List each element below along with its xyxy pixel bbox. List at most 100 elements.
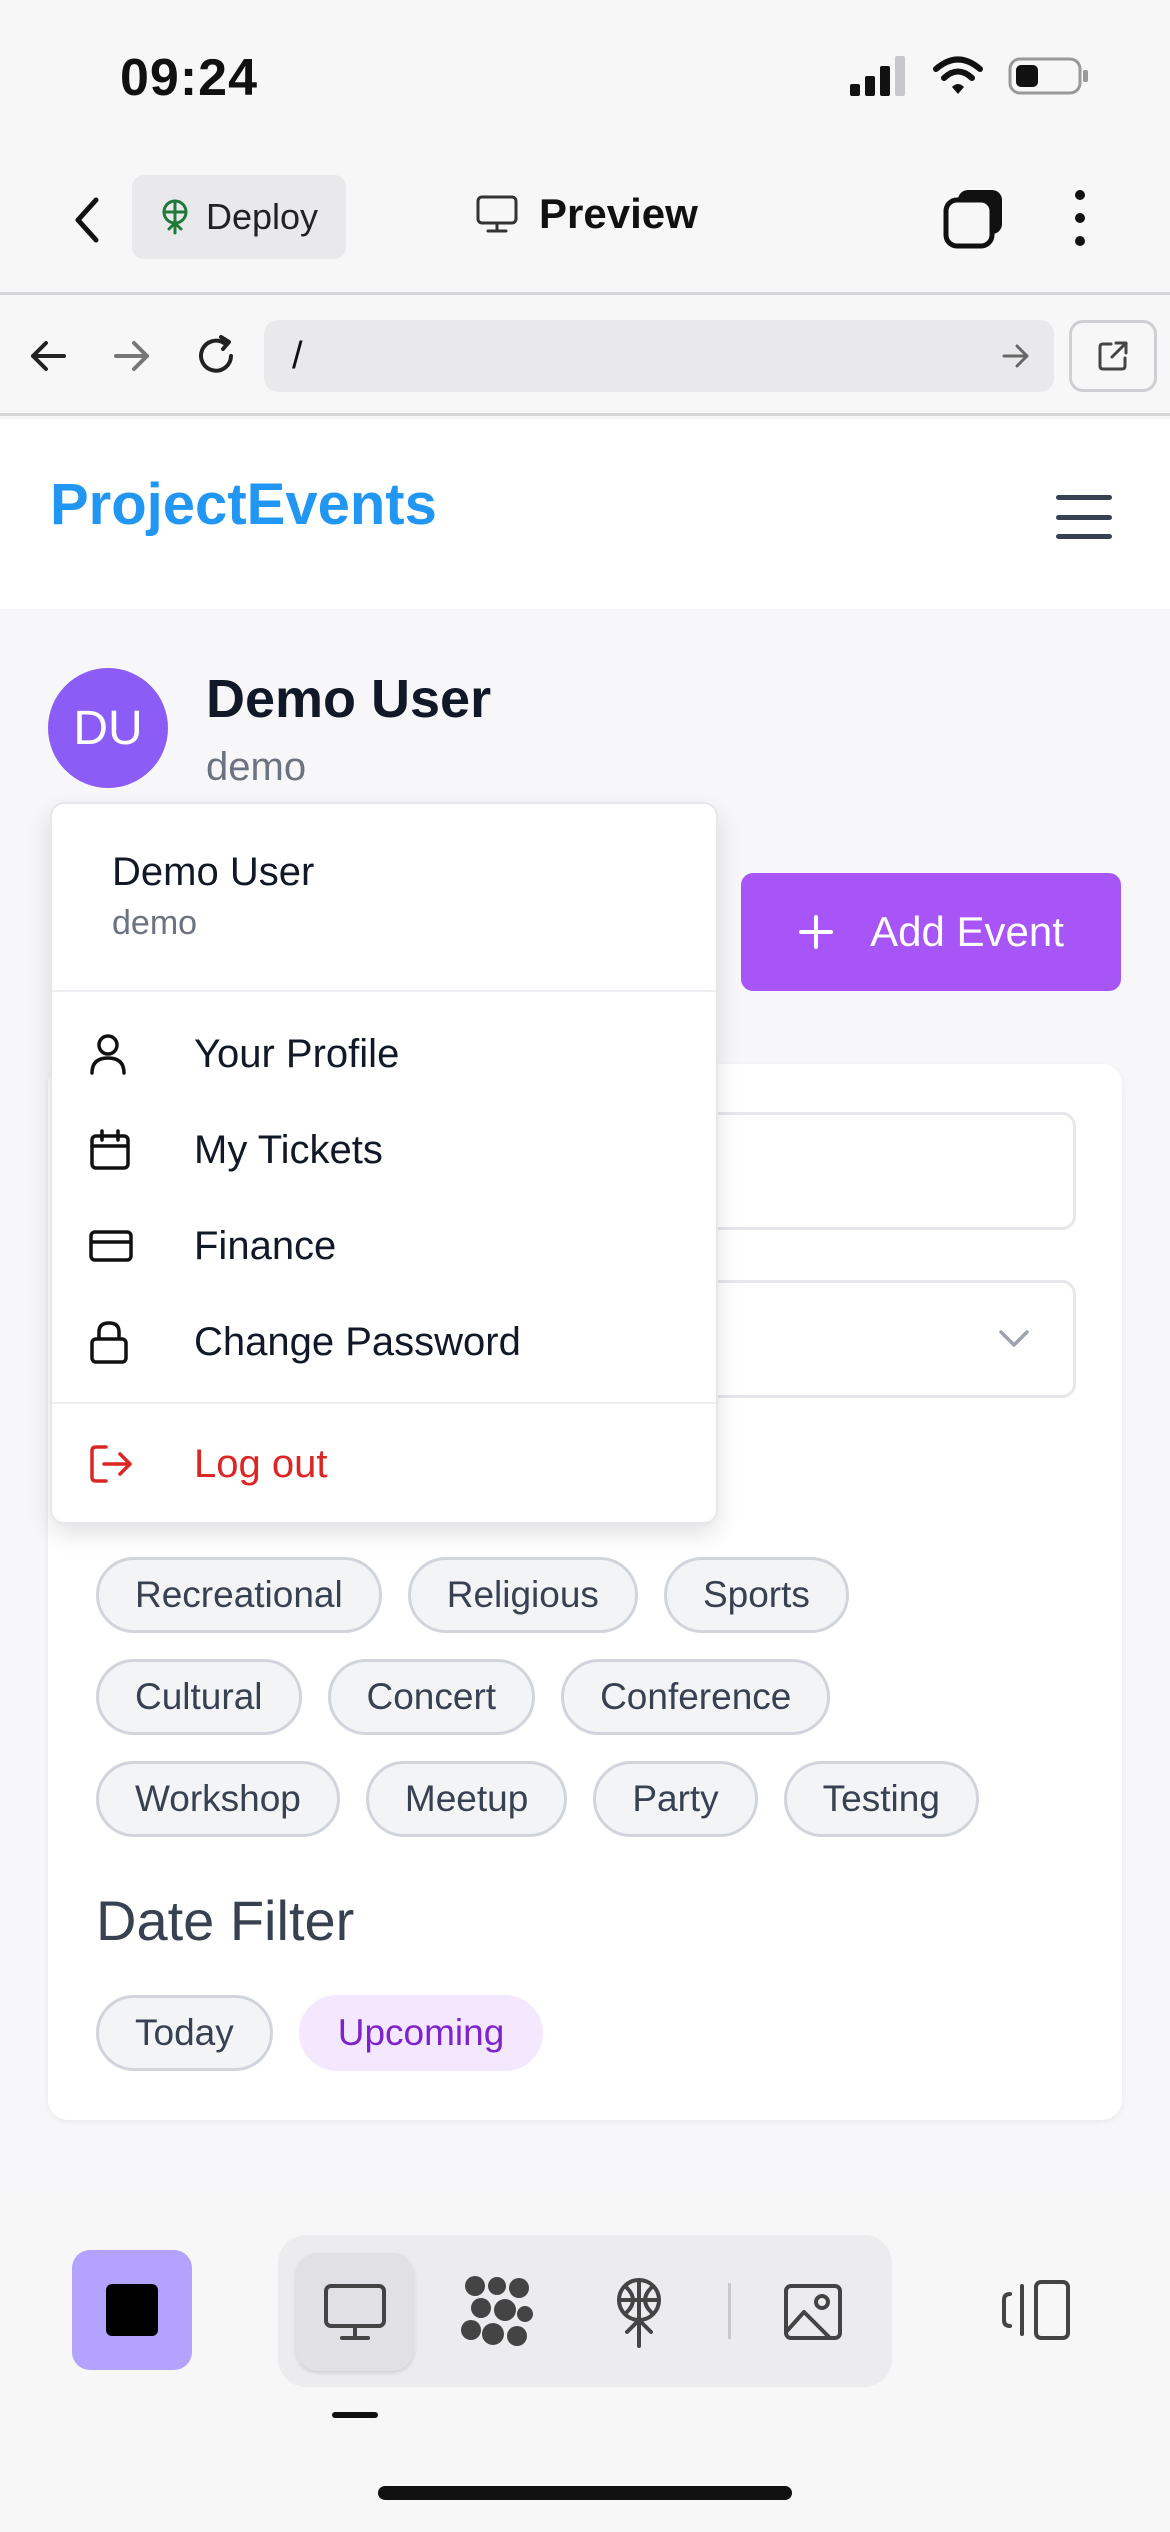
browser-forward-button[interactable] — [104, 328, 160, 384]
more-dot-icon — [1075, 190, 1085, 200]
menu-item-label: Log out — [194, 1441, 328, 1486]
category-chip-testing[interactable]: Testing — [783, 1761, 979, 1837]
deploy-button[interactable]: Deploy — [132, 175, 346, 259]
battery-icon — [1008, 57, 1088, 95]
category-chip-religious[interactable]: Religious — [407, 1557, 638, 1633]
category-chip-recreational[interactable]: Recreational — [96, 1557, 382, 1633]
separator — [728, 2283, 731, 2339]
preview-title: Preview — [475, 190, 698, 238]
menu-item-label: Change Password — [194, 1319, 521, 1364]
divider — [52, 1402, 716, 1404]
deploy-view-button[interactable] — [580, 2253, 698, 2371]
panel-icon — [1002, 2280, 1070, 2340]
category-chip-workshop[interactable]: Workshop — [96, 1761, 340, 1837]
preview-label: Preview — [539, 190, 698, 237]
date-chip-upcoming[interactable]: Upcoming — [298, 1995, 544, 2071]
category-chips-row-1: Recreational Religious Sports — [96, 1557, 849, 1633]
tabs-icon — [943, 190, 1002, 249]
browser-bar: / — [0, 298, 1170, 416]
deploy-icon — [162, 199, 188, 235]
external-link-icon — [1098, 341, 1128, 371]
arrow-right-icon — [114, 341, 149, 371]
user-name: Demo User — [206, 669, 492, 729]
divider — [52, 990, 716, 992]
menu-item-label: Finance — [194, 1223, 337, 1268]
monitor-icon — [476, 195, 518, 233]
lock-icon — [88, 1319, 148, 1365]
date-chip-today[interactable]: Today — [96, 1995, 273, 2071]
menu-item-finance[interactable]: Finance — [52, 1202, 716, 1290]
menu-line-icon — [1056, 495, 1112, 500]
user-icon — [88, 1032, 148, 1076]
go-arrow-icon[interactable] — [1000, 340, 1032, 372]
add-event-label: Add Event — [870, 908, 1064, 955]
credit-card-icon — [88, 1228, 148, 1264]
home-indicator — [378, 2486, 792, 2500]
reload-button[interactable] — [188, 328, 244, 384]
more-options-button[interactable] — [1056, 186, 1104, 250]
menu-item-label: My Tickets — [194, 1127, 383, 1172]
date-filter-chips: Today Upcoming — [96, 1995, 544, 2071]
date-filter-title: Date Filter — [96, 1889, 355, 1952]
menu-item-change-password[interactable]: Change Password — [52, 1298, 716, 1386]
bubbles-view-button[interactable] — [438, 2253, 556, 2371]
more-dot-icon — [1075, 213, 1085, 223]
app-bar: Deploy Preview — [0, 150, 1170, 295]
view-switcher — [278, 2235, 892, 2387]
url-field[interactable]: / — [264, 320, 1054, 392]
status-time: 09:24 — [120, 49, 258, 107]
logout-icon — [88, 1443, 148, 1485]
chevron-left-icon — [75, 197, 99, 243]
category-chip-meetup[interactable]: Meetup — [365, 1761, 568, 1837]
back-button[interactable] — [62, 190, 112, 250]
chevron-down-icon — [999, 1330, 1029, 1347]
deploy-label: Deploy — [206, 196, 319, 237]
bottom-toolbar — [0, 2190, 1170, 2532]
tabs-button[interactable] — [942, 186, 1006, 250]
dropdown-user-handle: demo — [112, 904, 198, 942]
user-handle: demo — [206, 745, 307, 789]
category-chip-concert[interactable]: Concert — [327, 1659, 536, 1735]
user-dropdown-menu: Demo User demo Your Profile My Tickets F… — [50, 802, 718, 1524]
image-icon — [784, 2284, 842, 2340]
image-view-button[interactable] — [754, 2253, 872, 2371]
bubbles-icon — [461, 2276, 533, 2346]
category-chips-row-2: Cultural Concert Conference — [96, 1659, 831, 1735]
menu-item-my-tickets[interactable]: My Tickets — [52, 1106, 716, 1194]
brand-logo[interactable]: ProjectEvents — [50, 471, 437, 538]
category-chip-party[interactable]: Party — [593, 1761, 758, 1837]
reload-icon — [199, 335, 233, 373]
status-bar: 09:24 — [0, 0, 1170, 150]
plus-icon — [799, 915, 834, 949]
menu-item-your-profile[interactable]: Your Profile — [52, 1010, 716, 1098]
more-dot-icon — [1075, 236, 1085, 246]
category-chip-sports[interactable]: Sports — [663, 1557, 849, 1633]
category-chips-row-3: Workshop Meetup Party Testing — [96, 1761, 979, 1837]
category-chip-conference[interactable]: Conference — [561, 1659, 831, 1735]
browser-back-button[interactable] — [20, 328, 76, 384]
menu-line-icon — [1056, 514, 1112, 520]
menu-button[interactable] — [1056, 495, 1112, 539]
deploy-icon — [617, 2278, 661, 2348]
status-icons — [850, 56, 1090, 96]
preview-view-button[interactable] — [296, 2253, 414, 2371]
category-chip-cultural[interactable]: Cultural — [96, 1659, 302, 1735]
dropdown-user-name: Demo User — [112, 850, 315, 894]
stop-icon — [106, 2284, 158, 2336]
add-event-button[interactable]: Add Event — [741, 873, 1121, 991]
menu-line-icon — [1056, 534, 1112, 539]
stop-button[interactable] — [72, 2250, 192, 2370]
panel-toggle-button[interactable] — [1000, 2278, 1074, 2347]
avatar[interactable]: DU — [48, 668, 168, 788]
arrow-left-icon — [31, 341, 66, 371]
url-text: / — [292, 334, 303, 377]
menu-item-label: Your Profile — [194, 1031, 400, 1076]
site-header: ProjectEvents — [0, 419, 1170, 609]
wifi-icon — [933, 56, 983, 94]
monitor-icon — [324, 2284, 386, 2340]
calendar-icon — [88, 1128, 148, 1172]
signal-icon — [850, 56, 905, 96]
active-tab-indicator — [332, 2412, 378, 2418]
menu-item-log-out[interactable]: Log out — [52, 1420, 716, 1508]
open-external-button[interactable] — [1069, 320, 1157, 392]
